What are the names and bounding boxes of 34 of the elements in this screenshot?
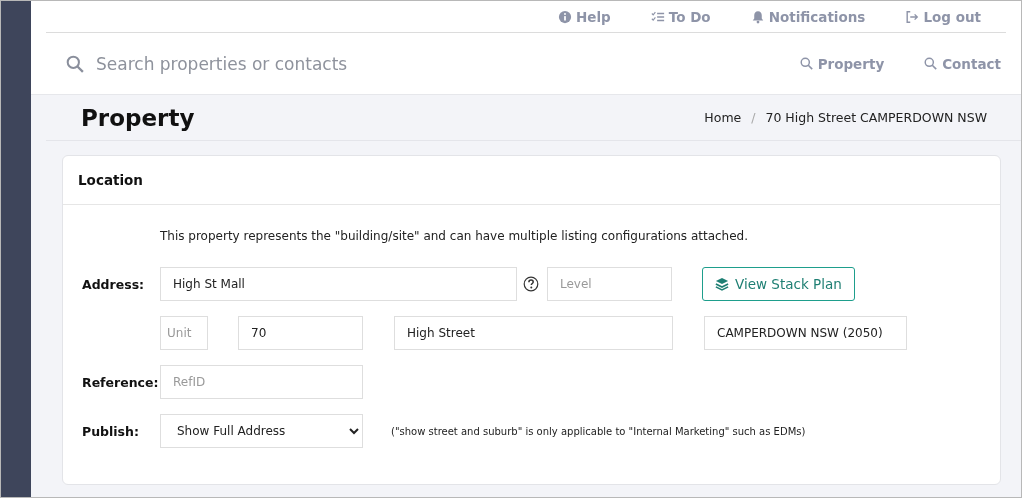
search-icon bbox=[66, 54, 84, 73]
search-link[interactable]: Property bbox=[799, 55, 885, 72]
address-label: Address: bbox=[82, 276, 146, 292]
breadcrumb-item[interactable]: Home bbox=[704, 110, 742, 125]
logout-icon bbox=[905, 9, 920, 24]
checklist-icon bbox=[650, 9, 665, 24]
building-field[interactable]: High St Mall bbox=[160, 267, 517, 301]
top-link[interactable]: Log out bbox=[905, 8, 981, 25]
publish-hint: ("show street and suburb" is only applicable to "Internal Marketing" such as EDMs) bbox=[391, 425, 806, 437]
street-field[interactable]: High Street bbox=[394, 316, 673, 350]
search-link[interactable]: Contact bbox=[924, 55, 1001, 72]
top-link[interactable]: Help bbox=[558, 8, 611, 25]
top-link[interactable]: To Do bbox=[650, 8, 711, 25]
page-title: Property bbox=[81, 104, 195, 131]
suburb-field[interactable]: CAMPERDOWN NSW (2050) bbox=[704, 316, 907, 350]
reference-field[interactable]: RefID bbox=[160, 365, 363, 399]
unit-field[interactable]: Unit bbox=[160, 316, 208, 350]
search-icon bbox=[924, 57, 938, 70]
view-stack-plan-button[interactable]: View Stack Plan bbox=[702, 267, 855, 301]
street-number-field[interactable]: 70 bbox=[238, 316, 363, 350]
help-icon[interactable] bbox=[523, 276, 539, 292]
card-title: Location bbox=[63, 156, 1000, 205]
breadcrumb-separator: / bbox=[751, 110, 756, 125]
bell-icon bbox=[750, 9, 765, 24]
info-text: This property represents the "building/site" and can have multiple listing configurations attached. bbox=[160, 229, 750, 243]
reference-label: Reference: bbox=[82, 374, 160, 390]
layers-icon bbox=[715, 277, 729, 291]
publish-dropdown[interactable]: Show Full Address bbox=[160, 414, 363, 448]
breadcrumb-item: 70 High Street CAMPERDOWN NSW bbox=[765, 110, 987, 125]
info-icon bbox=[558, 9, 572, 24]
level-field[interactable]: Level bbox=[547, 267, 672, 301]
publish-label: Publish: bbox=[82, 423, 140, 439]
top-link[interactable]: Notifications bbox=[750, 8, 866, 25]
search-icon bbox=[799, 57, 813, 70]
